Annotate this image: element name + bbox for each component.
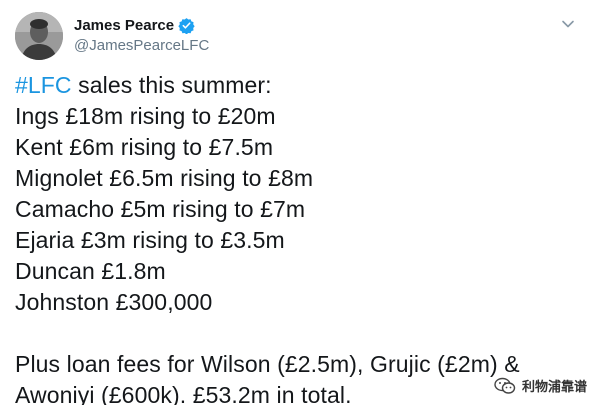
sale-line: Kent £6m rising to £7.5m [15, 134, 274, 160]
author-names: James Pearce @JamesPearceLFC [74, 15, 209, 55]
sale-line: Camacho £5m rising to £7m [15, 196, 306, 222]
sale-line: Johnston £300,000 [15, 289, 213, 315]
hashtag-link[interactable]: #LFC [15, 72, 72, 98]
avatar[interactable] [15, 12, 63, 60]
sale-line: Duncan £1.8m [15, 258, 166, 284]
sale-line: Ings £18m rising to £20m [15, 103, 276, 129]
watermark: 利物浦靠谱 [493, 376, 587, 395]
verified-badge-icon [178, 17, 195, 34]
chevron-down-icon[interactable] [560, 16, 576, 32]
paragraph-break [15, 318, 587, 349]
user-handle[interactable]: @JamesPearceLFC [74, 37, 209, 54]
tweet-intro-line: #LFC sales this summer: [15, 70, 587, 101]
intro-text: sales this summer: [71, 72, 272, 98]
display-name[interactable]: James Pearce [74, 17, 174, 34]
wechat-icon [494, 377, 516, 394]
display-name-row: James Pearce [74, 15, 209, 35]
tweet-text: #LFC sales this summer: Ings £18m rising… [15, 70, 587, 405]
avatar-image [15, 12, 63, 60]
sale-line: Ejaria £3m rising to £3.5m [15, 227, 285, 253]
tweet-header: James Pearce @JamesPearceLFC [15, 12, 584, 60]
watermark-text: 利物浦靠谱 [521, 379, 587, 394]
sale-line: Mignolet £6.5m rising to £8m [15, 165, 314, 191]
tweet-card: James Pearce @JamesPearceLFC #LFC sales … [0, 0, 599, 405]
